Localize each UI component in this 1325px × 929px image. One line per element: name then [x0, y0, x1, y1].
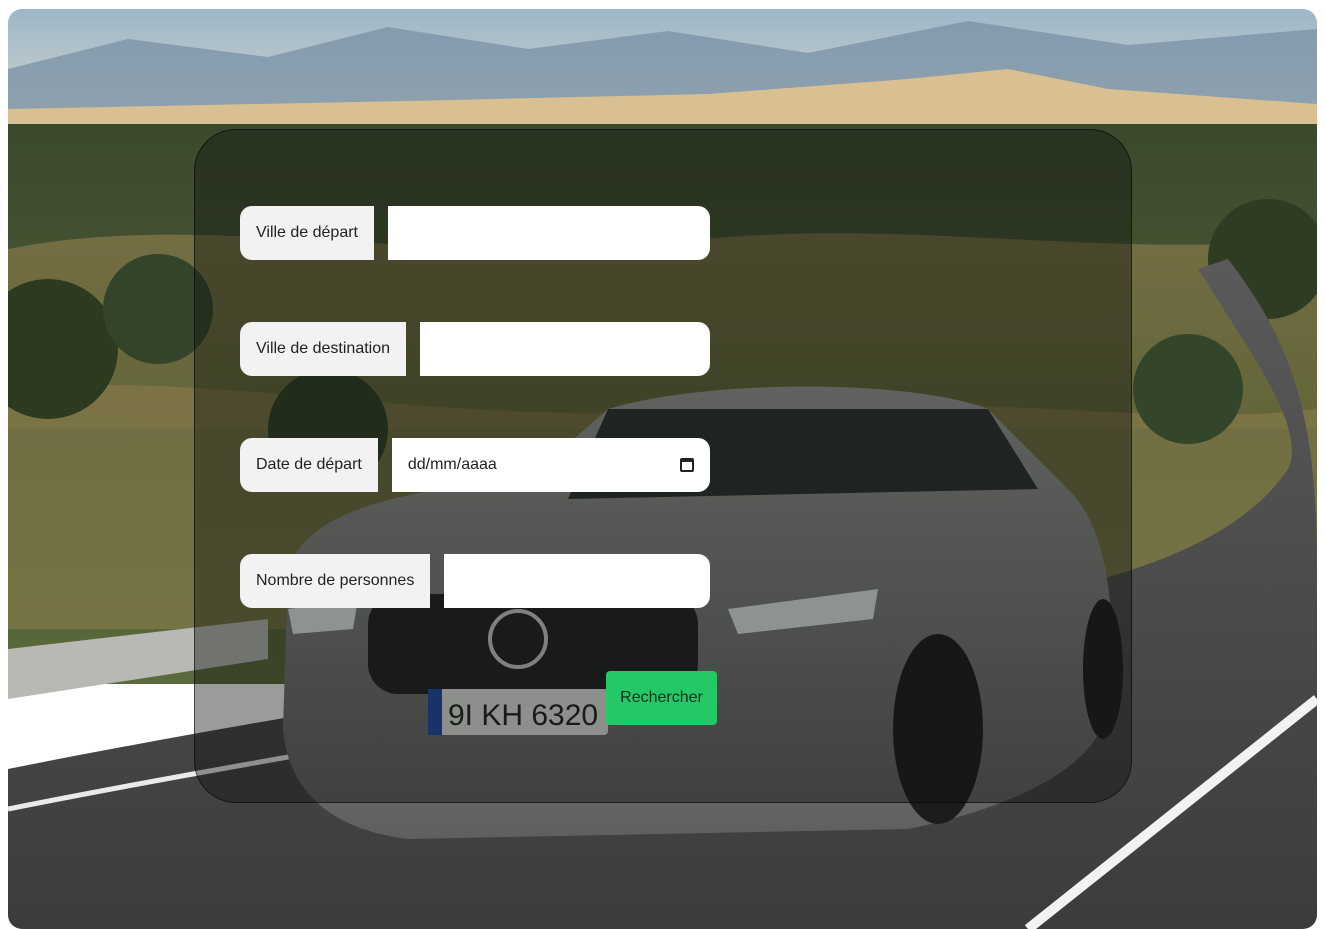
- passengers-label: Nombre de personnes: [240, 554, 431, 608]
- departure-date-label: Date de départ: [240, 438, 378, 492]
- departure-city-label: Ville de départ: [240, 206, 374, 260]
- destination-city-input[interactable]: [420, 322, 710, 376]
- departure-city-row: Ville de départ: [240, 206, 710, 260]
- departure-date-input[interactable]: dd/mm/aaaa: [391, 438, 710, 492]
- date-placeholder: dd/mm/aaaa: [407, 456, 497, 473]
- passengers-input[interactable]: [444, 554, 710, 608]
- calendar-icon[interactable]: [680, 458, 694, 472]
- search-button[interactable]: Rechercher: [606, 671, 717, 725]
- departure-city-input[interactable]: [388, 206, 710, 260]
- destination-city-row: Ville de destination: [240, 322, 710, 376]
- passengers-row: Nombre de personnes: [240, 554, 710, 608]
- destination-city-label: Ville de destination: [240, 322, 407, 376]
- departure-date-row: Date de départ dd/mm/aaaa: [240, 438, 710, 492]
